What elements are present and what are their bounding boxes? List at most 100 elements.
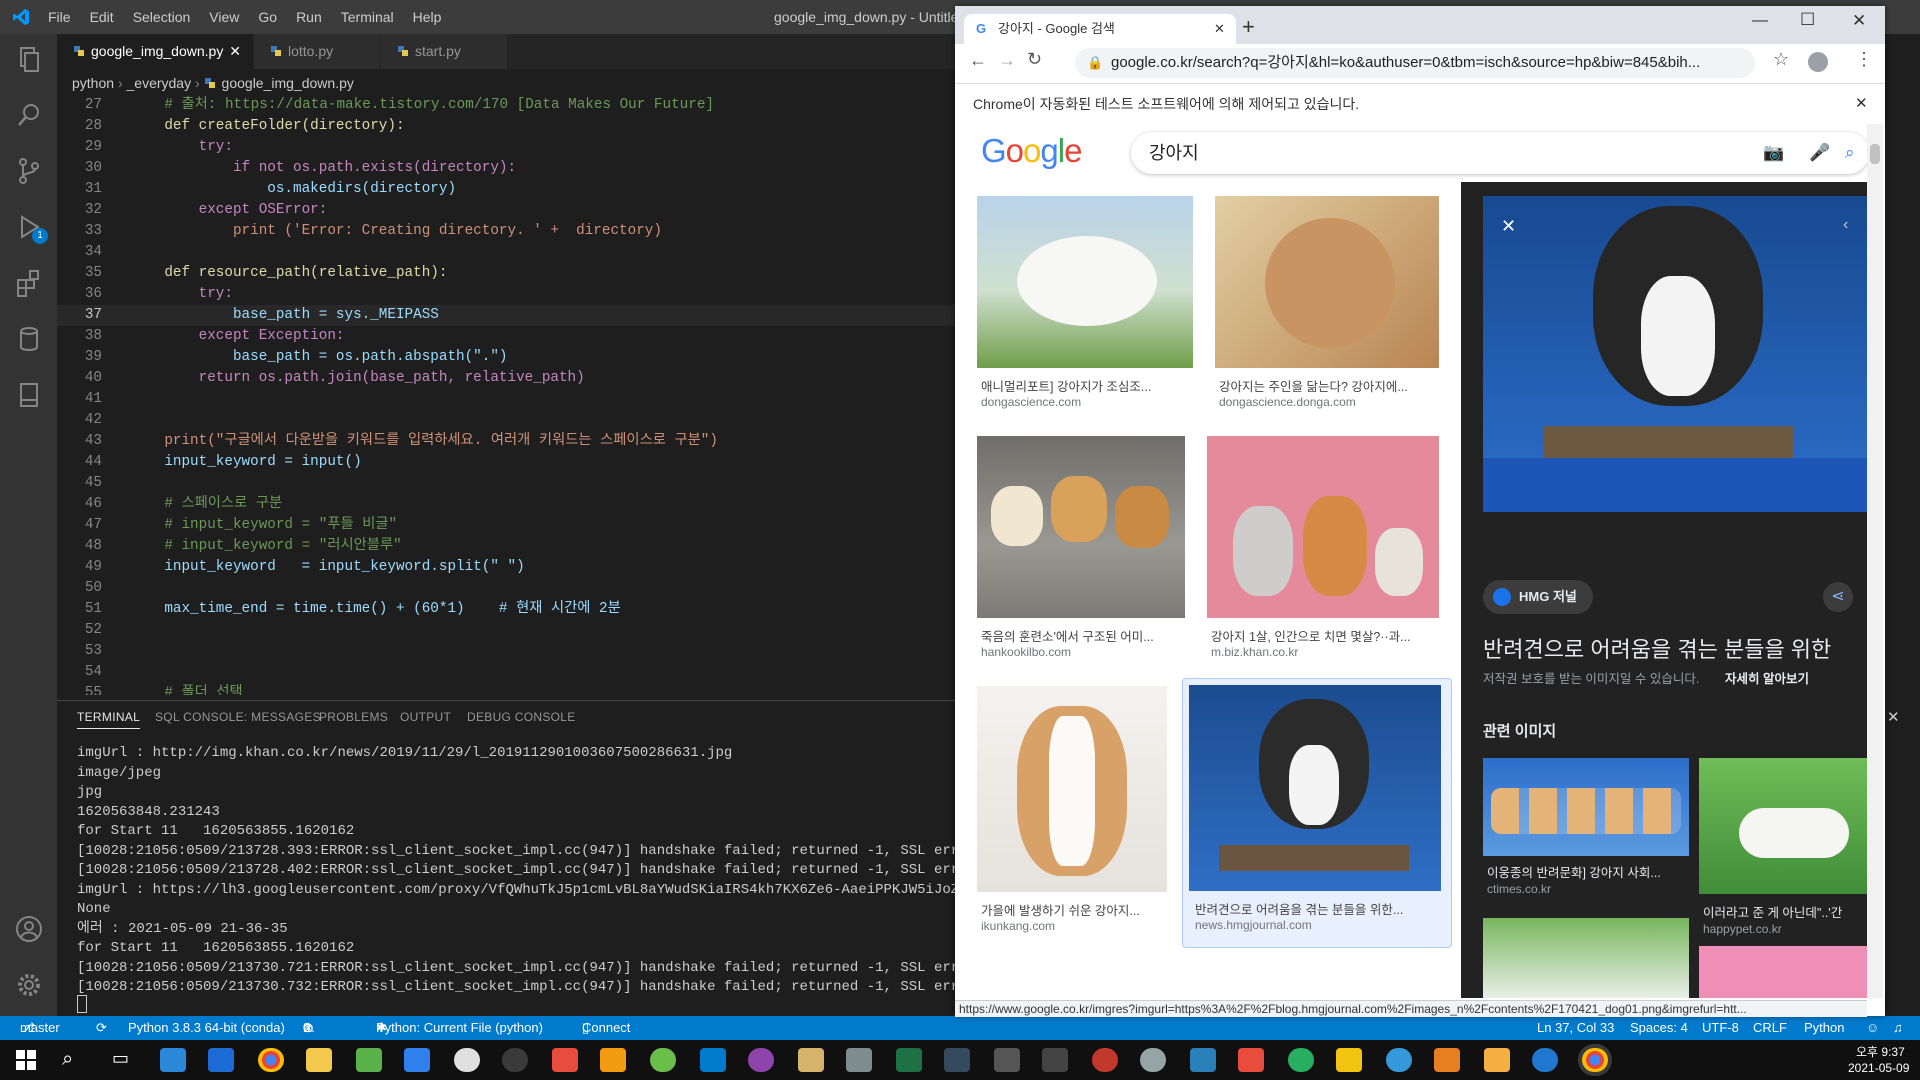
code-line[interactable]: 54 [57, 662, 955, 683]
app-icon[interactable] [1386, 1048, 1412, 1072]
camera-icon[interactable]: 📷 [1763, 132, 1784, 174]
preview-close-icon[interactable]: ✕ [1501, 216, 1516, 237]
menu-terminal[interactable]: Terminal [341, 0, 394, 34]
related-card[interactable]: 이러라고 준 게 아닌데"..'간 happypet.co.kr [1699, 758, 1867, 938]
notebook-icon[interactable] [14, 380, 44, 410]
code-line[interactable]: 30 if not os.path.exists(directory): [57, 158, 955, 179]
app-icon[interactable] [1532, 1048, 1558, 1072]
code-line[interactable]: 49 input_keyword = input_keyword.split("… [57, 557, 955, 578]
app-icon[interactable] [944, 1048, 970, 1072]
outlook-icon[interactable] [208, 1048, 234, 1072]
code-line[interactable]: 35 def resource_path(relative_path): [57, 263, 955, 284]
windows-start-icon[interactable] [16, 1050, 36, 1070]
chrome-taskbar-icon[interactable] [258, 1048, 284, 1072]
source-badge[interactable]: HMG 저널 [1483, 580, 1593, 614]
related-thumbnail[interactable] [1699, 946, 1867, 998]
menu-go[interactable]: Go [258, 0, 277, 34]
menu-view[interactable]: View [209, 0, 239, 34]
tab-close-icon[interactable]: ✕ [1214, 14, 1225, 44]
result-card[interactable]: 강아지는 주인을 닮는다? 강아지에... dongascience.donga… [1215, 196, 1439, 416]
app-icon[interactable] [1140, 1048, 1166, 1072]
file-explorer-icon[interactable] [306, 1048, 332, 1072]
app-icon[interactable] [650, 1048, 676, 1072]
app-icon[interactable] [1092, 1048, 1118, 1072]
app-icon[interactable] [846, 1048, 872, 1072]
chrome-tab[interactable]: G 강아지 - Google 검색 ✕ [964, 14, 1236, 44]
menu-edit[interactable]: Edit [90, 0, 114, 34]
chrome-menu-icon[interactable]: ⋮ [1855, 49, 1873, 70]
profile-avatar-icon[interactable] [1808, 52, 1828, 72]
excel-icon[interactable] [896, 1048, 922, 1072]
code-line[interactable]: 47 # input_keyword = "푸들 비글" [57, 515, 955, 536]
breadcrumb-subfolder[interactable]: _everyday [127, 75, 192, 91]
related-thumbnail[interactable] [1483, 918, 1689, 998]
google-logo[interactable]: Google [981, 132, 1082, 170]
clock-time[interactable]: 오후 9:37 [1856, 1043, 1905, 1060]
extensions-icon[interactable] [14, 268, 44, 298]
result-thumbnail[interactable] [977, 436, 1185, 618]
panel-tab-sql-console[interactable]: SQL CONSOLE: MESSAGES [155, 710, 321, 724]
panel-tab-output[interactable]: OUTPUT [400, 710, 451, 724]
app-icon[interactable] [552, 1048, 578, 1072]
menu-help[interactable]: Help [413, 0, 442, 34]
page-scrollbar[interactable] [1867, 124, 1883, 998]
app-icon[interactable] [994, 1048, 1020, 1072]
panel-close-icon[interactable]: ✕ [1887, 708, 1900, 726]
indentation-status[interactable]: Spaces: 4 [1630, 1016, 1688, 1040]
language-status[interactable]: Python [1804, 1016, 1844, 1040]
app-icon[interactable] [1190, 1048, 1216, 1072]
result-card[interactable]: 애니멀리포트] 강아지가 조심조... dongascience.com [977, 196, 1193, 416]
eol-status[interactable]: CRLF [1753, 1016, 1787, 1040]
code-line[interactable]: 34 [57, 242, 955, 263]
search-icon[interactable]: ⌕ [1845, 132, 1855, 174]
app-icon[interactable] [748, 1048, 774, 1072]
code-line[interactable]: 55 # 폴더 선택 [57, 683, 955, 695]
result-thumbnail[interactable] [977, 196, 1193, 368]
app-icon[interactable] [1288, 1048, 1314, 1072]
result-thumbnail[interactable] [1207, 436, 1439, 618]
taskbar-app-icon[interactable] [160, 1048, 186, 1072]
menu-run[interactable]: Run [296, 0, 322, 34]
window-close-icon[interactable]: ✕ [1852, 11, 1866, 31]
tab-lotto[interactable]: lotto.py [254, 34, 380, 69]
learn-more-link[interactable]: 자세히 알아보기 [1725, 668, 1809, 687]
address-bar[interactable]: 🔒 google.co.kr/search?q=강아지&hl=ko&authus… [1075, 48, 1755, 78]
kakaotalk-icon[interactable] [1336, 1048, 1362, 1072]
result-thumbnail[interactable] [1215, 196, 1439, 368]
code-line[interactable]: 41 [57, 389, 955, 410]
code-line[interactable]: 53 [57, 641, 955, 662]
result-card[interactable]: 죽음의 훈련소'에서 구조된 어미... hankookilbo.com [977, 436, 1185, 664]
scrollbar-thumb[interactable] [1870, 144, 1880, 164]
minimize-icon[interactable]: — [1752, 12, 1768, 30]
bookmark-star-icon[interactable]: ☆ [1773, 49, 1789, 70]
preview-title[interactable]: 반려견으로 어려움을 겪는 분들을 위한 [1483, 632, 1831, 664]
search-icon[interactable] [14, 100, 44, 130]
result-thumbnail[interactable] [1189, 685, 1441, 891]
source-control-icon[interactable] [14, 156, 44, 186]
account-icon[interactable] [14, 914, 44, 944]
panel-tab-debug-console[interactable]: DEBUG CONSOLE [467, 710, 576, 724]
code-line[interactable]: 52 [57, 620, 955, 641]
panel-tab-terminal[interactable]: TERMINAL [77, 710, 141, 729]
task-view-icon[interactable]: ▭ [112, 1048, 129, 1069]
maximize-icon[interactable]: ☐ [1800, 10, 1815, 30]
feedback-icon[interactable]: ☺ [1866, 1016, 1879, 1040]
tab-google-img-down[interactable]: google_img_down.py ✕ [57, 34, 253, 69]
run-debug-icon[interactable]: 1 [14, 212, 48, 244]
preview-image[interactable] [1483, 196, 1867, 512]
code-line[interactable]: 40 return os.path.join(base_path, relati… [57, 368, 955, 389]
app-icon[interactable] [1238, 1048, 1264, 1072]
search-icon[interactable]: ⌕ [62, 1048, 73, 1071]
related-card[interactable]: 이웅종의 반려문화] 강아지 사회... ctimes.co.kr [1483, 758, 1689, 908]
app-icon[interactable] [1042, 1048, 1068, 1072]
preview-prev-icon[interactable]: ‹ [1843, 216, 1848, 234]
result-thumbnail[interactable] [977, 686, 1167, 892]
sublime-text-icon[interactable] [600, 1048, 626, 1072]
tab-close-icon[interactable]: ✕ [229, 34, 241, 69]
breadcrumb-file[interactable]: google_img_down.py [222, 75, 354, 91]
new-tab-icon[interactable]: + [1242, 14, 1255, 40]
settings-gear-icon[interactable] [14, 970, 44, 1000]
code-line[interactable]: 32 except OSError: [57, 200, 955, 221]
explorer-icon[interactable] [14, 44, 44, 74]
code-line[interactable]: 38 except Exception: [57, 326, 955, 347]
